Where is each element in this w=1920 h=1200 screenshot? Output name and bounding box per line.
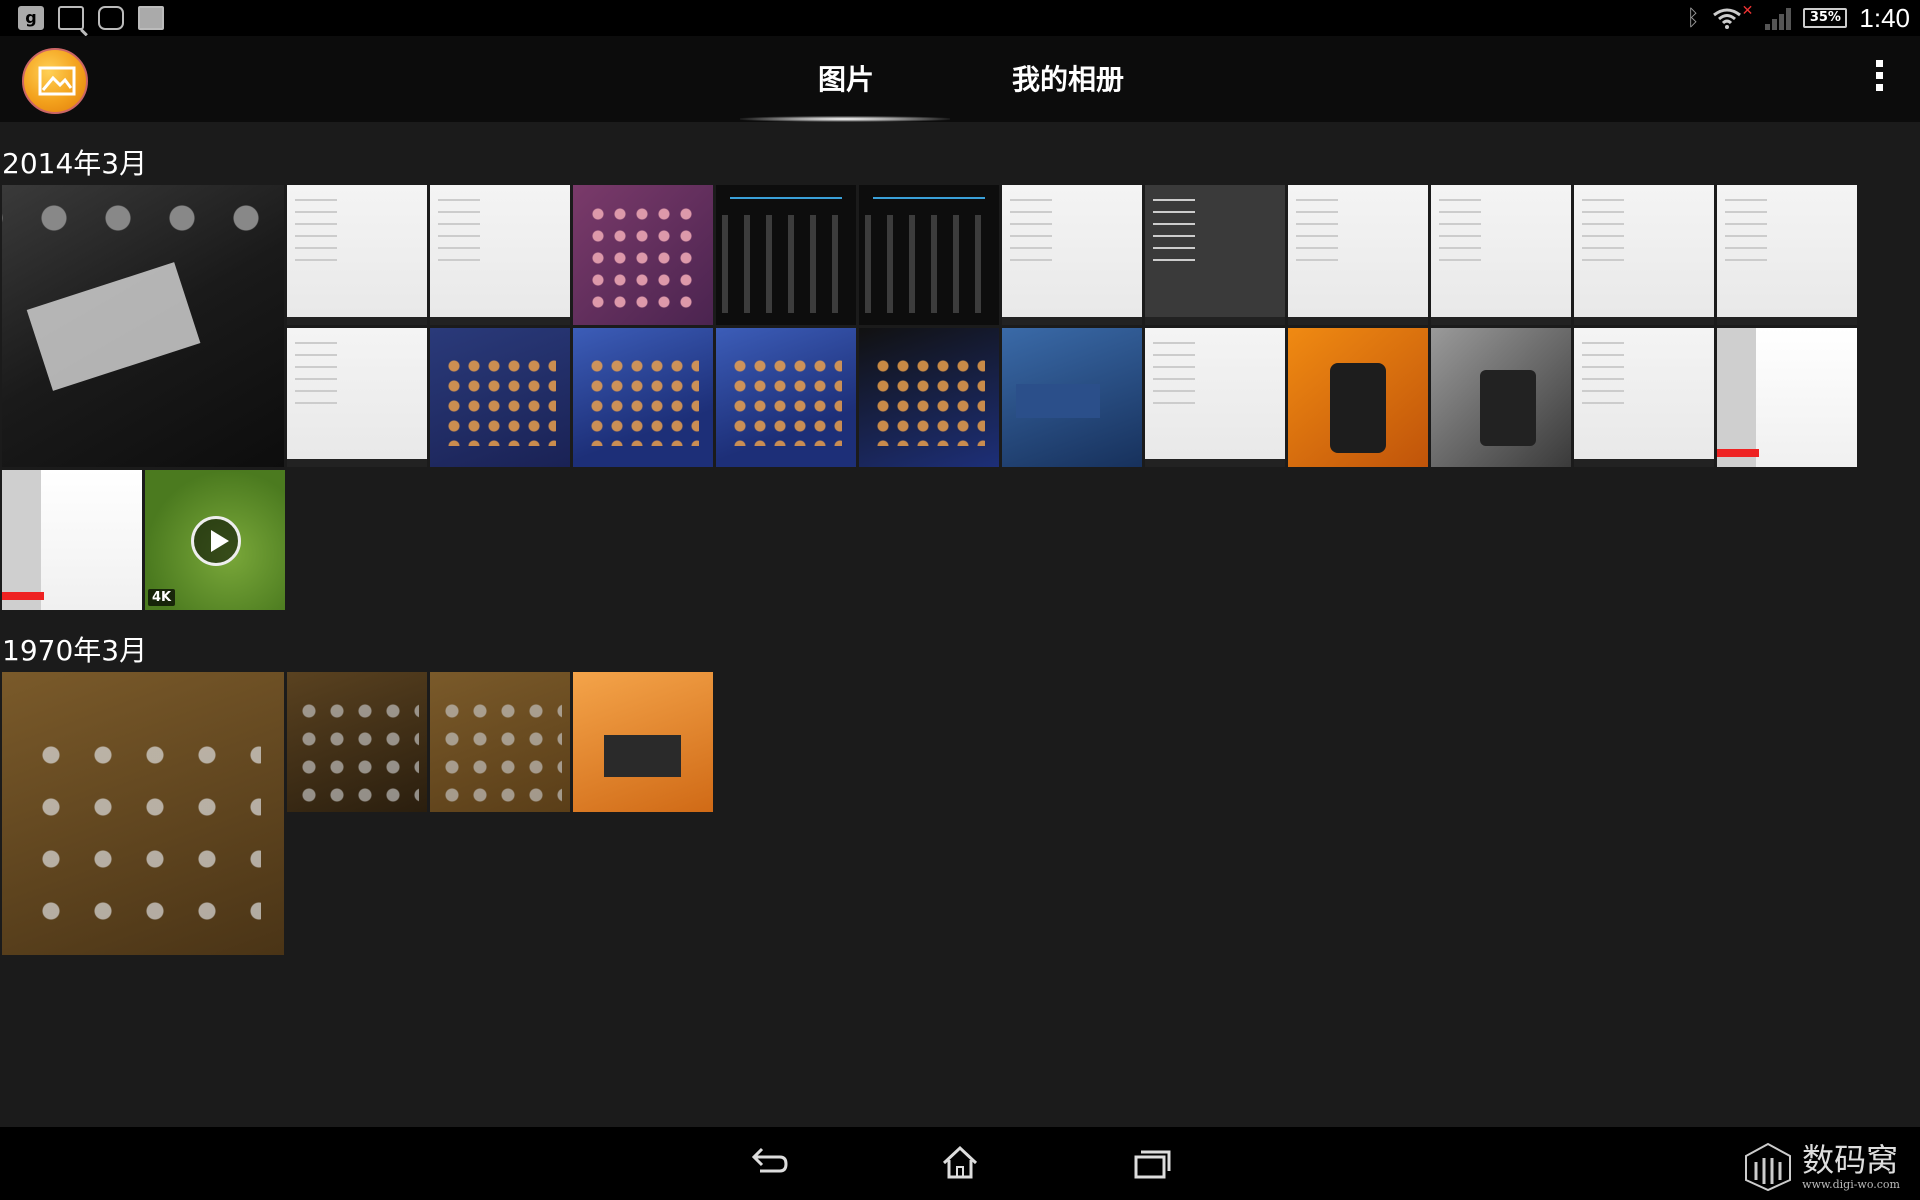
play-icon[interactable]: [191, 516, 241, 566]
bluetooth-icon: ᛒ: [1686, 5, 1700, 31]
photo-thumbnail[interactable]: [430, 672, 570, 812]
home-icon[interactable]: [938, 1143, 982, 1183]
watermark-url: www.digi-wo.com: [1802, 1177, 1900, 1191]
photo-thumbnail[interactable]: [573, 185, 713, 325]
photo-thumbnail[interactable]: [1002, 185, 1142, 325]
selected-tab-indicator: [740, 116, 950, 122]
4k-badge: 4K: [148, 589, 176, 606]
signal-icon: [1765, 6, 1792, 30]
google-plus-icon: g: [18, 6, 44, 30]
photo-thumbnail[interactable]: [2, 672, 284, 955]
photo-thumbnail[interactable]: [573, 328, 713, 467]
photo-thumbnail[interactable]: [859, 328, 999, 467]
tab-my-albums[interactable]: 我的相册: [1012, 58, 1124, 98]
android-icon: [98, 6, 124, 30]
watermark-logo-icon: [1745, 1142, 1792, 1192]
photo-thumbnail[interactable]: [1288, 185, 1428, 325]
section-header-2014-03: 2014年3月: [2, 147, 148, 180]
wifi-icon: [1712, 7, 1742, 29]
search-notification-icon: [58, 6, 84, 30]
photo-thumbnail[interactable]: [287, 672, 427, 812]
photo-thumbnail[interactable]: [430, 328, 570, 467]
photo-thumbnail[interactable]: [1717, 185, 1857, 325]
album-app-icon[interactable]: [22, 48, 88, 114]
photo-thumbnail[interactable]: [1431, 185, 1571, 325]
photo-thumbnail[interactable]: [1288, 328, 1428, 467]
watermark: 数码窝 www.digi-wo.com: [1742, 1140, 1900, 1192]
tab-photos[interactable]: 图片: [818, 58, 874, 98]
overflow-menu-icon[interactable]: [1876, 60, 1884, 96]
photo-thumbnail[interactable]: [716, 328, 856, 467]
photo-thumbnail[interactable]: [1574, 328, 1714, 467]
shopping-bag-icon: [138, 6, 164, 30]
photo-thumbnail[interactable]: [859, 185, 999, 325]
photo-thumbnail[interactable]: [1002, 328, 1142, 467]
notification-icons: g: [18, 6, 164, 30]
system-icons: ᛒ ✕ 35% 1:40: [1686, 2, 1910, 34]
photo-thumbnail[interactable]: [573, 672, 713, 812]
photo-thumbnail[interactable]: [1574, 185, 1714, 325]
photo-thumbnail[interactable]: [287, 185, 427, 325]
recent-apps-icon[interactable]: [1130, 1143, 1174, 1183]
navigation-bar: 数码窝 www.digi-wo.com: [0, 1127, 1920, 1200]
back-icon[interactable]: [746, 1143, 790, 1183]
no-data-icon: ✕: [1741, 3, 1754, 19]
photo-thumbnail[interactable]: [1431, 328, 1571, 467]
video-thumbnail[interactable]: 4K: [145, 470, 285, 610]
photo-grid-2014-03: 4K: [0, 185, 1920, 610]
photo-thumbnail[interactable]: [430, 185, 570, 325]
watermark-text: 数码窝: [1802, 1140, 1899, 1179]
photo-thumbnail[interactable]: [1145, 185, 1285, 325]
photo-thumbnail[interactable]: [1717, 328, 1857, 467]
battery-indicator: 35%: [1803, 8, 1848, 28]
action-bar: 图片 我的相册: [0, 36, 1920, 122]
photo-thumbnail[interactable]: [287, 328, 427, 467]
photo-thumbnail[interactable]: [716, 185, 856, 325]
photo-thumbnail[interactable]: [1145, 328, 1285, 467]
clock: 1:40: [1859, 2, 1910, 33]
section-header-1970-03: 1970年3月: [2, 634, 148, 667]
photo-thumbnail[interactable]: [2, 185, 284, 467]
photo-thumbnail[interactable]: [2, 470, 142, 610]
status-bar: g ᛒ ✕ 35% 1:40: [0, 0, 1920, 36]
photo-grid-1970-03: [0, 672, 720, 955]
